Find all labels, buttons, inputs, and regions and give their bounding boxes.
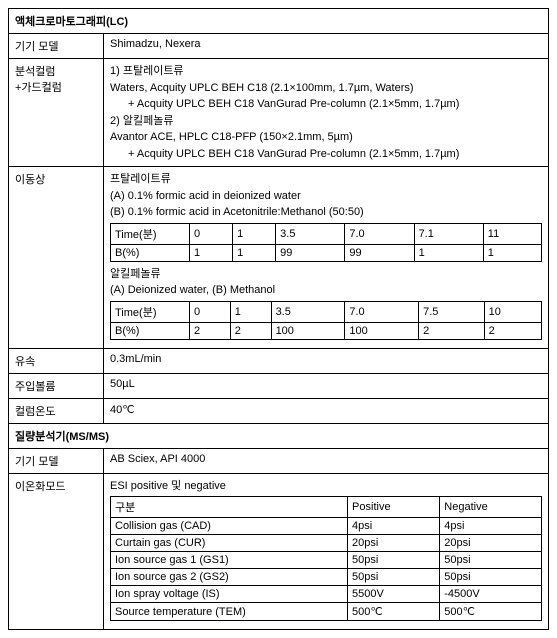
cell: 7.5	[419, 301, 485, 322]
cell: 2	[484, 322, 541, 339]
cell: 1	[233, 244, 276, 261]
cell: 7.0	[345, 301, 419, 322]
cell: 0	[190, 223, 233, 244]
g2-time-label: Time(분)	[111, 301, 190, 322]
g2-title: 알킬페놀류	[110, 266, 542, 283]
label-column: 분석컬럼 +가드컬럼	[9, 59, 104, 167]
spec-table: 액체크로마토그래피(LC) 기기 모델 Shimadzu, Nexera 분석컬…	[8, 8, 549, 630]
cell: 1	[233, 223, 276, 244]
label-inj: 주입볼륨	[9, 373, 104, 398]
col-l4: + Acquity UPLC BEH C18 VanGurad Pre-colu…	[110, 146, 542, 163]
cell: 500℃	[348, 603, 440, 621]
cell: -4500V	[440, 586, 542, 603]
cell: Source temperature (TEM)	[111, 603, 348, 621]
cell: 50psi	[440, 569, 542, 586]
ion-h-neg: Negative	[440, 497, 542, 518]
section-lc: 액체크로마토그래피(LC)	[9, 9, 549, 34]
cell: 2	[190, 322, 231, 339]
ionmode-cell: ESI positive 및 negative 구분 Positive Nega…	[104, 473, 549, 630]
g2-b-label: B(%)	[111, 322, 190, 339]
label-mobile: 이동상	[9, 167, 104, 349]
label-instrument: 기기 모델	[9, 34, 104, 59]
cell: 7.0	[345, 223, 414, 244]
ms-instrument: AB Sciex, API 4000	[104, 448, 549, 473]
cell: Ion source gas 2 (GS2)	[111, 569, 348, 586]
cell: 1	[230, 301, 271, 322]
flow: 0.3mL/min	[104, 348, 549, 373]
col-l1: Waters, Acquity UPLC BEH C18 (2.1×100mm,…	[110, 80, 542, 97]
cell: Curtain gas (CUR)	[111, 535, 348, 552]
cell: 3.5	[271, 301, 345, 322]
mobile-cell: 프탈레이트류 (A) 0.1% formic acid in deionized…	[104, 167, 549, 349]
gradient-table-1: Time(분) 0 1 3.5 7.0 7.1 11 B(%) 1 1 99 9…	[110, 223, 542, 262]
cell: 0	[190, 301, 231, 322]
cell: 100	[271, 322, 345, 339]
cell: 1	[190, 244, 233, 261]
col-l3: Avantor ACE, HPLC C18-PFP (150×2.1mm, 5µ…	[110, 129, 542, 146]
ion-h-pos: Positive	[348, 497, 440, 518]
inj: 50µL	[104, 373, 549, 398]
cell: 10	[484, 301, 541, 322]
g1-b-label: B(%)	[111, 244, 190, 261]
cell: 1	[414, 244, 483, 261]
cell: 4psi	[440, 518, 542, 535]
cell: 4psi	[348, 518, 440, 535]
cell: 500℃	[440, 603, 542, 621]
cell: 99	[276, 244, 345, 261]
gradient-table-2: Time(분) 0 1 3.5 7.0 7.5 10 B(%) 2 2 100 …	[110, 301, 542, 340]
cell: 50psi	[440, 552, 542, 569]
label-ionmode: 이온화모드	[9, 473, 104, 630]
label-flow: 유속	[9, 348, 104, 373]
cell: Ion source gas 1 (GS1)	[111, 552, 348, 569]
cell: 1	[483, 244, 541, 261]
column-cell: 1) 프탈레이트류 Waters, Acquity UPLC BEH C18 (…	[104, 59, 549, 167]
cell: 3.5	[276, 223, 345, 244]
label-coltemp: 컬럼온도	[9, 398, 104, 423]
cell: 11	[483, 223, 541, 244]
g2-a: (A) Deionized water, (B) Methanol	[110, 282, 542, 299]
label-ms-instrument: 기기 모델	[9, 448, 104, 473]
g1-time-label: Time(분)	[111, 223, 190, 244]
g1-a: (A) 0.1% formic acid in deionized water	[110, 188, 542, 205]
cell: 20psi	[440, 535, 542, 552]
ionmode-text: ESI positive 및 negative	[110, 478, 542, 495]
ion-params-table: 구분 Positive Negative Collision gas (CAD)…	[110, 496, 542, 621]
g1-title: 프탈레이트류	[110, 171, 542, 188]
cell: 5500V	[348, 586, 440, 603]
g1-b: (B) 0.1% formic acid in Acetonitrile:Met…	[110, 204, 542, 221]
cell: 100	[345, 322, 419, 339]
cell: 2	[230, 322, 271, 339]
ion-h-param: 구분	[111, 497, 348, 518]
coltemp: 40℃	[104, 398, 549, 423]
col-l2: + Acquity UPLC BEH C18 VanGurad Pre-colu…	[110, 96, 542, 113]
cell: 7.1	[414, 223, 483, 244]
cell: 99	[345, 244, 414, 261]
col-h2: 2) 알킬페놀류	[110, 113, 542, 130]
cell: Collision gas (CAD)	[111, 518, 348, 535]
cell: 20psi	[348, 535, 440, 552]
cell: Ion spray voltage (IS)	[111, 586, 348, 603]
lc-instrument: Shimadzu, Nexera	[104, 34, 549, 59]
cell: 2	[419, 322, 485, 339]
section-ms: 질량분석기(MS/MS)	[9, 423, 549, 448]
cell: 50psi	[348, 569, 440, 586]
col-h1: 1) 프탈레이트류	[110, 63, 542, 80]
cell: 50psi	[348, 552, 440, 569]
